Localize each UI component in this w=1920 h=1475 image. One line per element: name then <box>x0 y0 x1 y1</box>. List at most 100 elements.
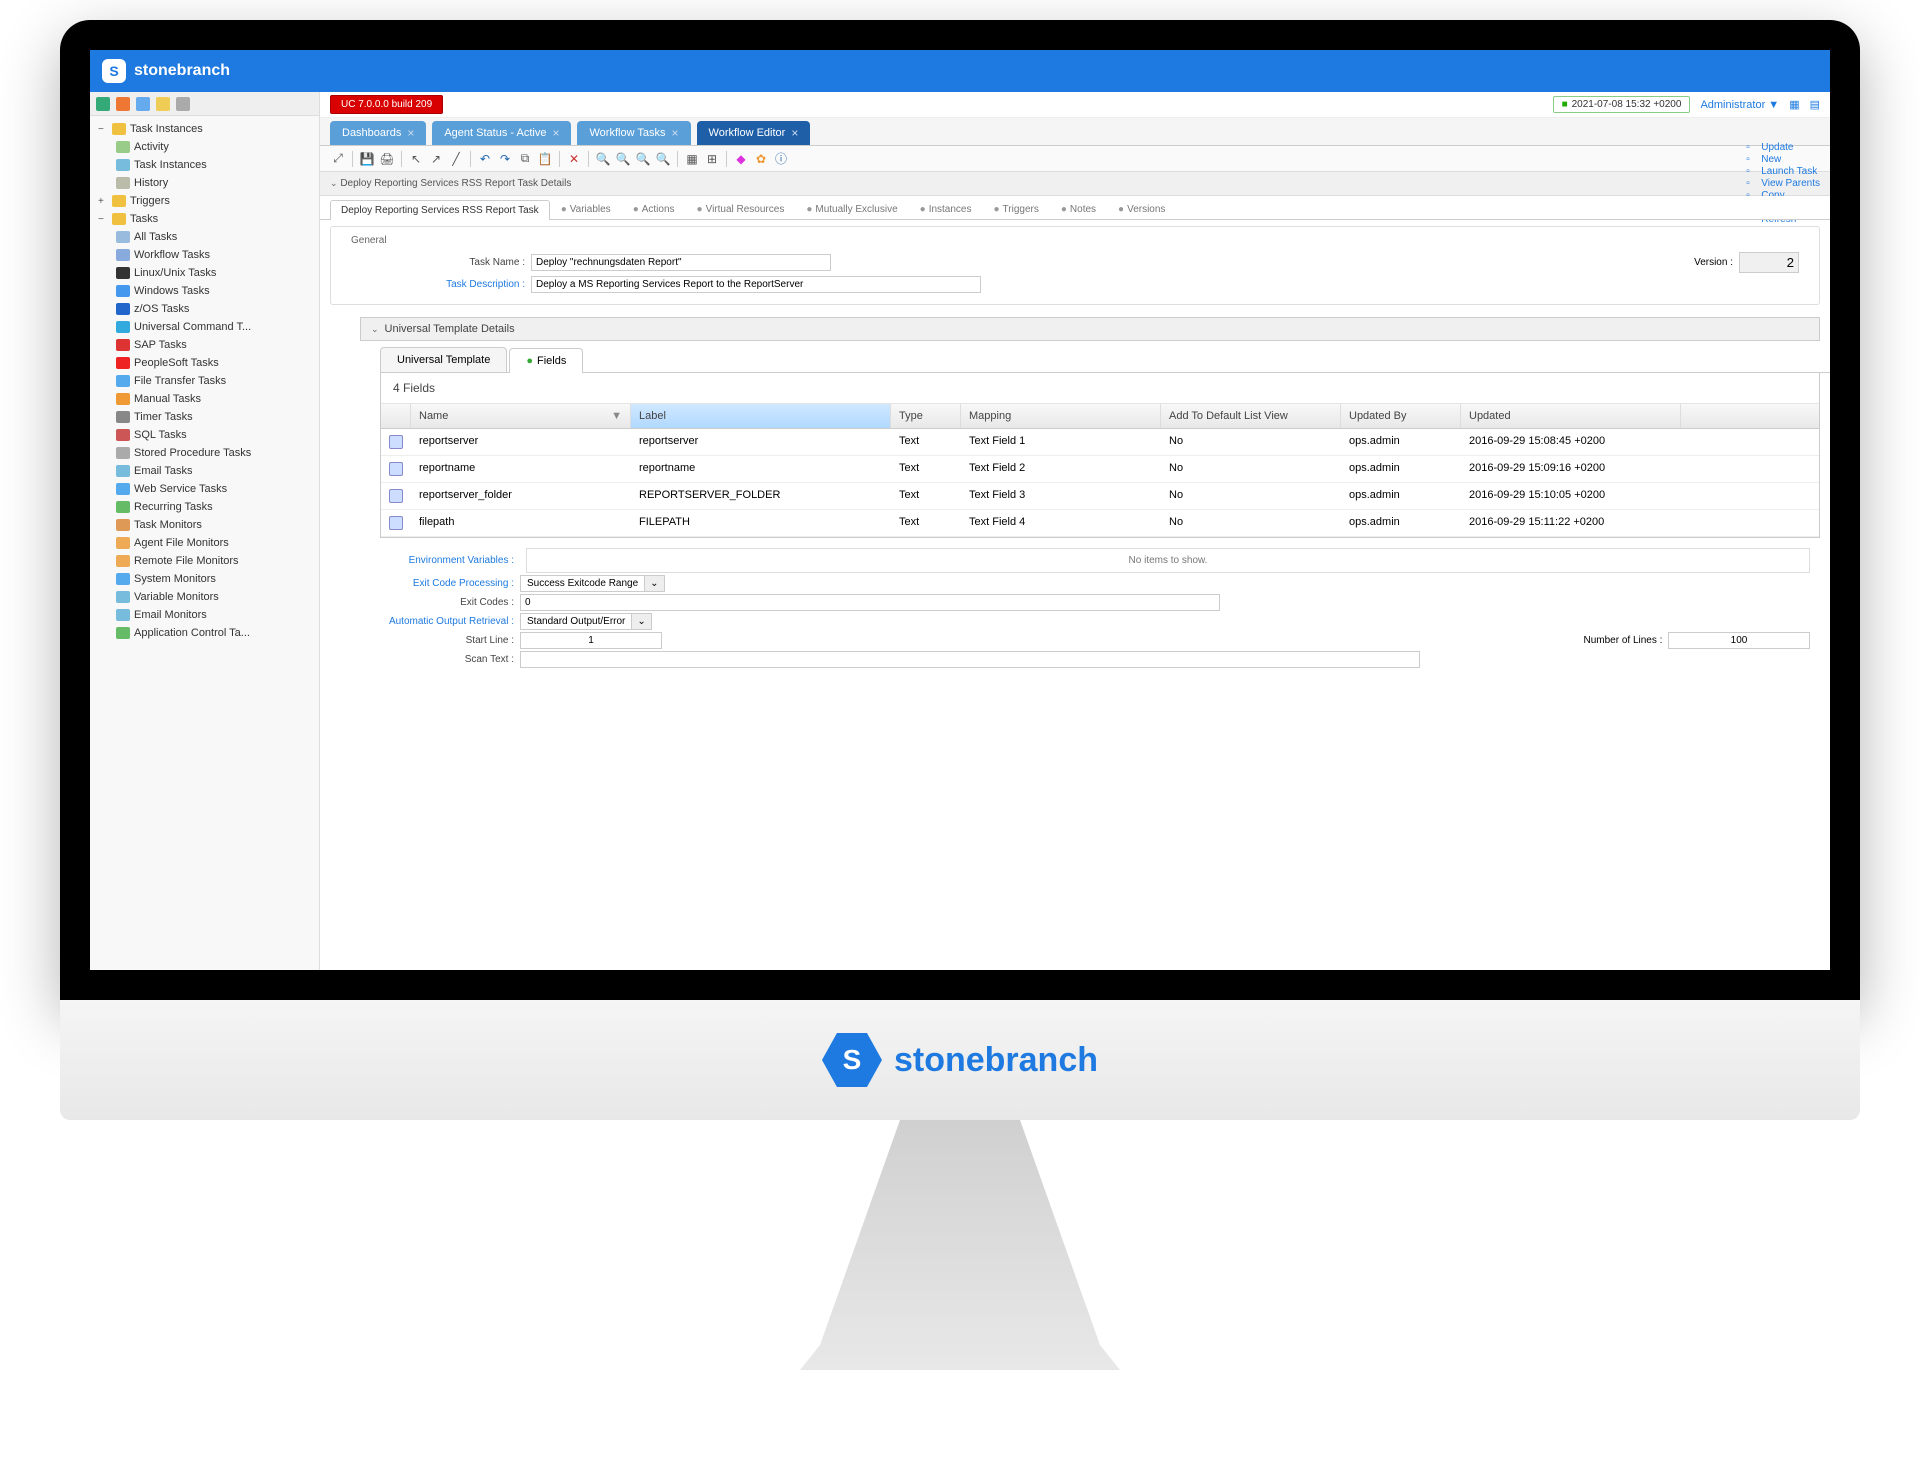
sidebar-group[interactable]: +Triggers <box>90 192 319 210</box>
sidebar-item[interactable]: Universal Command T... <box>90 318 319 336</box>
save-icon[interactable]: 💾 <box>359 151 375 167</box>
template-section-header[interactable]: ⌄ Universal Template Details <box>360 317 1820 341</box>
cursor-icon[interactable]: ↖ <box>408 151 424 167</box>
print-icon[interactable]: 🖨 <box>379 151 395 167</box>
sidebar-item[interactable]: Linux/Unix Tasks <box>90 264 319 282</box>
col-upd[interactable]: Updated <box>1461 404 1681 428</box>
gear2-icon[interactable]: ✿ <box>753 151 769 167</box>
sidebar-item[interactable]: File Transfer Tasks <box>90 372 319 390</box>
nav-icon-4[interactable] <box>156 97 170 111</box>
col-name[interactable]: Name ▼ <box>411 404 631 428</box>
sidebar-item[interactable]: Windows Tasks <box>90 282 319 300</box>
sidebar-item[interactable]: SAP Tasks <box>90 336 319 354</box>
table-row[interactable]: reportserver_folder REPORTSERVER_FOLDER … <box>381 483 1819 510</box>
close-icon[interactable]: × <box>791 126 798 140</box>
sidebar-item[interactable]: Email Tasks <box>90 462 319 480</box>
start-line-input[interactable] <box>520 632 662 649</box>
undo-icon[interactable]: ↶ <box>477 151 493 167</box>
sub-tab[interactable]: ●Instances <box>909 199 983 219</box>
zoom-out-icon[interactable]: 🔍 <box>615 151 631 167</box>
col-type[interactable]: Type <box>891 404 961 428</box>
sidebar-item[interactable]: Variable Monitors <box>90 588 319 606</box>
tab-universal-template[interactable]: Universal Template <box>380 347 507 372</box>
exit-proc-select[interactable]: Success Exitcode Range⌄ <box>520 575 665 592</box>
launch-task-button[interactable]: ▫Launch Task <box>1746 166 1820 178</box>
sidebar-item[interactable]: Timer Tasks <box>90 408 319 426</box>
tree-icon[interactable]: ⊞ <box>704 151 720 167</box>
sidebar-item[interactable]: Web Service Tasks <box>90 480 319 498</box>
sidebar-item[interactable]: Manual Tasks <box>90 390 319 408</box>
close-icon[interactable]: × <box>672 126 679 140</box>
table-row[interactable]: reportserver reportserver Text Text Fiel… <box>381 429 1819 456</box>
sidebar-item[interactable]: SQL Tasks <box>90 426 319 444</box>
info-icon[interactable]: ⓘ <box>773 151 789 167</box>
col-upby[interactable]: Updated By <box>1341 404 1461 428</box>
nav-tab[interactable]: Dashboards× <box>330 121 426 145</box>
new-button[interactable]: ▫New <box>1746 154 1820 166</box>
box-icon[interactable]: ◆ <box>733 151 749 167</box>
sub-tab[interactable]: Deploy Reporting Services RSS Report Tas… <box>330 200 550 220</box>
task-desc-input[interactable] <box>531 276 981 293</box>
sidebar-group[interactable]: −Task Instances <box>90 120 319 138</box>
connect-icon[interactable]: ↗ <box>428 151 444 167</box>
sidebar-item[interactable]: Email Monitors <box>90 606 319 624</box>
expand-icon[interactable]: ⤢ <box>330 151 346 167</box>
close-icon[interactable]: × <box>407 126 414 140</box>
nav-tab[interactable]: Agent Status - Active× <box>432 121 571 145</box>
sidebar-item[interactable]: Activity <box>90 138 319 156</box>
table-row[interactable]: filepath FILEPATH Text Text Field 4 No o… <box>381 510 1819 537</box>
sidebar-item[interactable]: Agent File Monitors <box>90 534 319 552</box>
sidebar-item[interactable]: System Monitors <box>90 570 319 588</box>
nav-tab[interactable]: Workflow Editor× <box>697 121 811 145</box>
zoom-in-icon[interactable]: 🔍 <box>595 151 611 167</box>
sidebar-item[interactable]: All Tasks <box>90 228 319 246</box>
gear-icon[interactable] <box>176 97 190 111</box>
view-parents-button[interactable]: ▫View Parents <box>1746 178 1820 190</box>
settings-icon[interactable]: ▤ <box>1810 98 1820 111</box>
exit-codes-input[interactable] <box>520 594 1220 611</box>
sidebar-item[interactable]: z/OS Tasks <box>90 300 319 318</box>
nav-icon-1[interactable] <box>96 97 110 111</box>
scan-text-input[interactable] <box>520 651 1420 668</box>
sidebar-item[interactable]: Task Monitors <box>90 516 319 534</box>
sidebar-item[interactable]: History <box>90 174 319 192</box>
sub-tab[interactable]: ●Versions <box>1107 199 1176 219</box>
auto-out-select[interactable]: Standard Output/Error⌄ <box>520 613 652 630</box>
sidebar-group[interactable]: −Tasks <box>90 210 319 228</box>
tab-fields[interactable]: ●Fields <box>509 348 583 373</box>
sub-tab[interactable]: ●Triggers <box>983 199 1050 219</box>
paste-icon[interactable]: 📋 <box>537 151 553 167</box>
sub-tab[interactable]: ●Virtual Resources <box>686 199 796 219</box>
table-row[interactable]: reportname reportname Text Text Field 2 … <box>381 456 1819 483</box>
nav-tab[interactable]: Workflow Tasks× <box>577 121 690 145</box>
sub-tab[interactable]: ●Variables <box>550 199 622 219</box>
sidebar-item[interactable]: Task Instances <box>90 156 319 174</box>
line-icon[interactable]: ╱ <box>448 151 464 167</box>
sub-tab[interactable]: ●Notes <box>1050 199 1107 219</box>
sidebar-item[interactable]: Stored Procedure Tasks <box>90 444 319 462</box>
copy-icon[interactable]: ⧉ <box>517 151 533 167</box>
user-menu[interactable]: Administrator ▼ <box>1700 99 1779 111</box>
sidebar-item[interactable]: Recurring Tasks <box>90 498 319 516</box>
zoom-fit-icon[interactable]: 🔍 <box>635 151 651 167</box>
collapse-icon[interactable]: ⌄ <box>330 178 338 189</box>
nav-icon-2[interactable] <box>116 97 130 111</box>
sidebar-item[interactable]: PeopleSoft Tasks <box>90 354 319 372</box>
help-icon[interactable]: ▦ <box>1789 98 1799 111</box>
sidebar-item[interactable]: Application Control Ta... <box>90 624 319 642</box>
close-icon[interactable]: × <box>552 126 559 140</box>
sidebar-item[interactable]: Remote File Monitors <box>90 552 319 570</box>
sub-tab[interactable]: ●Actions <box>622 199 686 219</box>
update-button[interactable]: ▫Update <box>1746 142 1820 154</box>
col-addto[interactable]: Add To Default List View <box>1161 404 1341 428</box>
layout-icon[interactable]: ▦ <box>684 151 700 167</box>
zoom-actual-icon[interactable]: 🔍 <box>655 151 671 167</box>
sub-tab[interactable]: ●Mutually Exclusive <box>795 199 908 219</box>
delete-icon[interactable]: ✕ <box>566 151 582 167</box>
col-mapping[interactable]: Mapping <box>961 404 1161 428</box>
redo-icon[interactable]: ↷ <box>497 151 513 167</box>
num-lines-input[interactable] <box>1668 632 1810 649</box>
task-name-input[interactable] <box>531 254 831 271</box>
sidebar-item[interactable]: Workflow Tasks <box>90 246 319 264</box>
col-label[interactable]: Label <box>631 404 891 428</box>
